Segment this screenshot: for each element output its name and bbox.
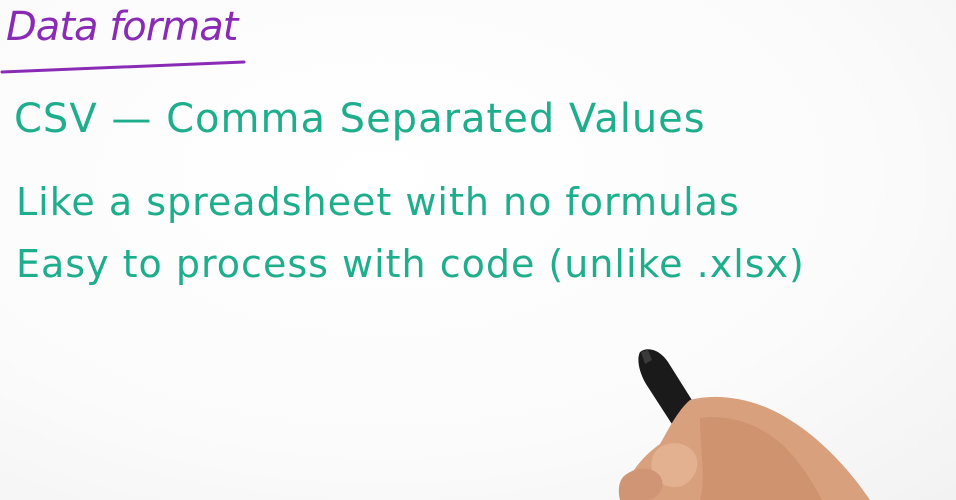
whiteboard: Data format CSV — Comma Separated Values…	[0, 0, 956, 500]
hand-holding-marker-icon	[618, 349, 870, 500]
